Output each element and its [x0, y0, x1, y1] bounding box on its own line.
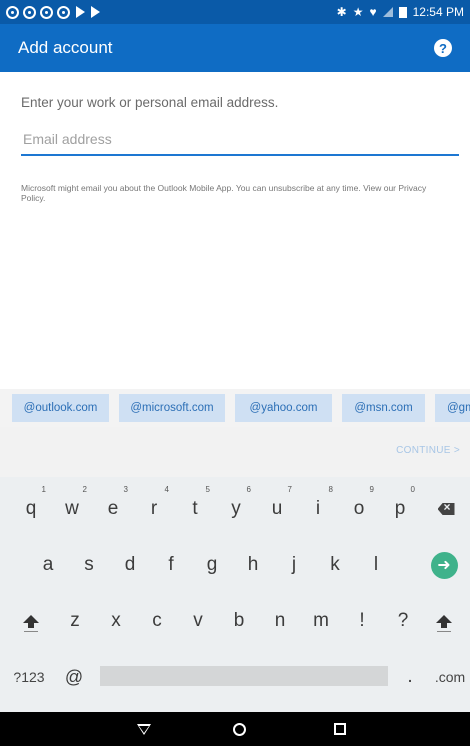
key-j[interactable]: j: [273, 545, 315, 585]
key-q[interactable]: 1q: [10, 485, 52, 529]
notification-icon: [6, 5, 19, 19]
home-circle-icon: [232, 722, 246, 736]
disclaimer-text: Microsoft might email you about the Outl…: [21, 183, 451, 203]
key-l[interactable]: l: [355, 545, 397, 585]
key-label: e: [107, 498, 119, 519]
battery-icon: [398, 6, 407, 18]
shift-icon: [23, 614, 39, 628]
suggestion-chip-yahoo[interactable]: @yahoo.com: [235, 394, 332, 422]
key-s[interactable]: s: [68, 545, 110, 585]
disclaimer-body: Microsoft might email you about the Outl…: [21, 183, 396, 193]
nav-recents-button[interactable]: [330, 721, 350, 737]
key-v[interactable]: v: [177, 601, 219, 641]
key-w[interactable]: 2w: [51, 485, 93, 529]
key-y[interactable]: 6y: [215, 485, 257, 529]
back-triangle-icon: [137, 723, 151, 735]
page-title: Add account: [18, 38, 113, 57]
play-store-icon: [91, 6, 100, 18]
arrow-right-icon: ➜: [430, 551, 458, 579]
notification-icon: [40, 5, 53, 19]
suggestion-chip-microsoft[interactable]: @microsoft.com: [119, 394, 225, 422]
key-label: r: [150, 498, 158, 519]
domain-suggestions: @outlook.com @microsoft.com @yahoo.com @…: [0, 389, 470, 427]
key-label: t: [192, 498, 198, 519]
soft-keyboard: 1q 2w 3e 4r 5t 6y 7u 8i 9o 0p a s d f g …: [0, 477, 470, 712]
key-label: i: [315, 498, 321, 519]
key-hint: 9: [369, 485, 374, 494]
key-hint: 3: [123, 485, 128, 494]
key-m[interactable]: m: [300, 601, 342, 641]
play-store-icon: [76, 6, 85, 18]
key-d[interactable]: d: [109, 545, 151, 585]
key-r[interactable]: 4r: [133, 485, 175, 529]
key-h[interactable]: h: [232, 545, 274, 585]
suggestion-chip-gmail[interactable]: @gma: [435, 394, 470, 422]
key-label: o: [353, 498, 365, 519]
key-question[interactable]: ?: [382, 601, 424, 641]
key-z[interactable]: z: [54, 601, 96, 641]
key-label: u: [271, 498, 283, 519]
key-k[interactable]: k: [314, 545, 356, 585]
shift-key-right[interactable]: [424, 601, 464, 645]
key-hint: 6: [246, 485, 251, 494]
key-hint: 8: [328, 485, 333, 494]
notification-icon: [23, 5, 36, 19]
key-n[interactable]: n: [259, 601, 301, 641]
status-time: 12:54 PM: [412, 5, 464, 19]
key-i[interactable]: 8i: [297, 485, 339, 529]
key-label: p: [394, 498, 406, 519]
bluetooth-icon: ✱: [336, 5, 347, 19]
notification-icons: [6, 5, 100, 19]
key-hint: 7: [287, 485, 292, 494]
app-bar: Add account ?: [0, 24, 470, 72]
shift-key[interactable]: [10, 601, 52, 645]
nav-back-button[interactable]: [134, 721, 154, 737]
suggestion-chip-msn[interactable]: @msn.com: [342, 394, 425, 422]
key-e[interactable]: 3e: [92, 485, 134, 529]
key-label: y: [231, 498, 241, 519]
symbols-key[interactable]: ?123: [6, 657, 52, 697]
key-x[interactable]: x: [95, 601, 137, 641]
help-icon[interactable]: ?: [434, 39, 452, 57]
key-hint: 2: [82, 485, 87, 494]
key-o[interactable]: 9o: [338, 485, 380, 529]
backspace-key[interactable]: [428, 489, 464, 529]
at-key[interactable]: @: [54, 657, 94, 697]
key-p[interactable]: 0p: [379, 485, 421, 529]
key-exclamation[interactable]: !: [341, 601, 383, 641]
system-status: ✱ ★ ♥ 12:54 PM: [337, 5, 464, 19]
continue-button[interactable]: CONTINUE >: [396, 445, 460, 456]
key-hint: 0: [410, 485, 415, 494]
email-prompt: Enter your work or personal email addres…: [21, 95, 279, 110]
shift-icon: [436, 614, 452, 628]
email-field[interactable]: [21, 124, 459, 156]
key-hint: 4: [164, 485, 169, 494]
star-icon: ★: [352, 5, 364, 19]
key-hint: 1: [41, 485, 46, 494]
key-b[interactable]: b: [218, 601, 260, 641]
system-nav-bar: [0, 712, 470, 746]
status-bar: ✱ ★ ♥ 12:54 PM: [0, 0, 470, 24]
key-label: q: [25, 498, 37, 519]
wifi-icon: ♥: [369, 5, 377, 19]
key-t[interactable]: 5t: [174, 485, 216, 529]
recents-square-icon: [334, 723, 346, 735]
dotcom-key[interactable]: .com: [430, 657, 470, 697]
key-g[interactable]: g: [191, 545, 233, 585]
suggestion-chip-outlook[interactable]: @outlook.com: [12, 394, 109, 422]
notification-icon: [57, 5, 70, 19]
continue-row: CONTINUE >: [0, 427, 470, 477]
nav-home-button[interactable]: [229, 721, 249, 737]
space-bar[interactable]: [100, 666, 388, 686]
enter-key[interactable]: ➜: [424, 545, 464, 585]
key-label: w: [65, 498, 79, 519]
key-a[interactable]: a: [27, 545, 69, 585]
key-hint: 5: [205, 485, 210, 494]
key-u[interactable]: 7u: [256, 485, 298, 529]
period-key[interactable]: .: [392, 657, 428, 697]
backspace-icon: [437, 503, 455, 515]
key-f[interactable]: f: [150, 545, 192, 585]
signal-icon: [382, 7, 393, 17]
key-c[interactable]: c: [136, 601, 178, 641]
